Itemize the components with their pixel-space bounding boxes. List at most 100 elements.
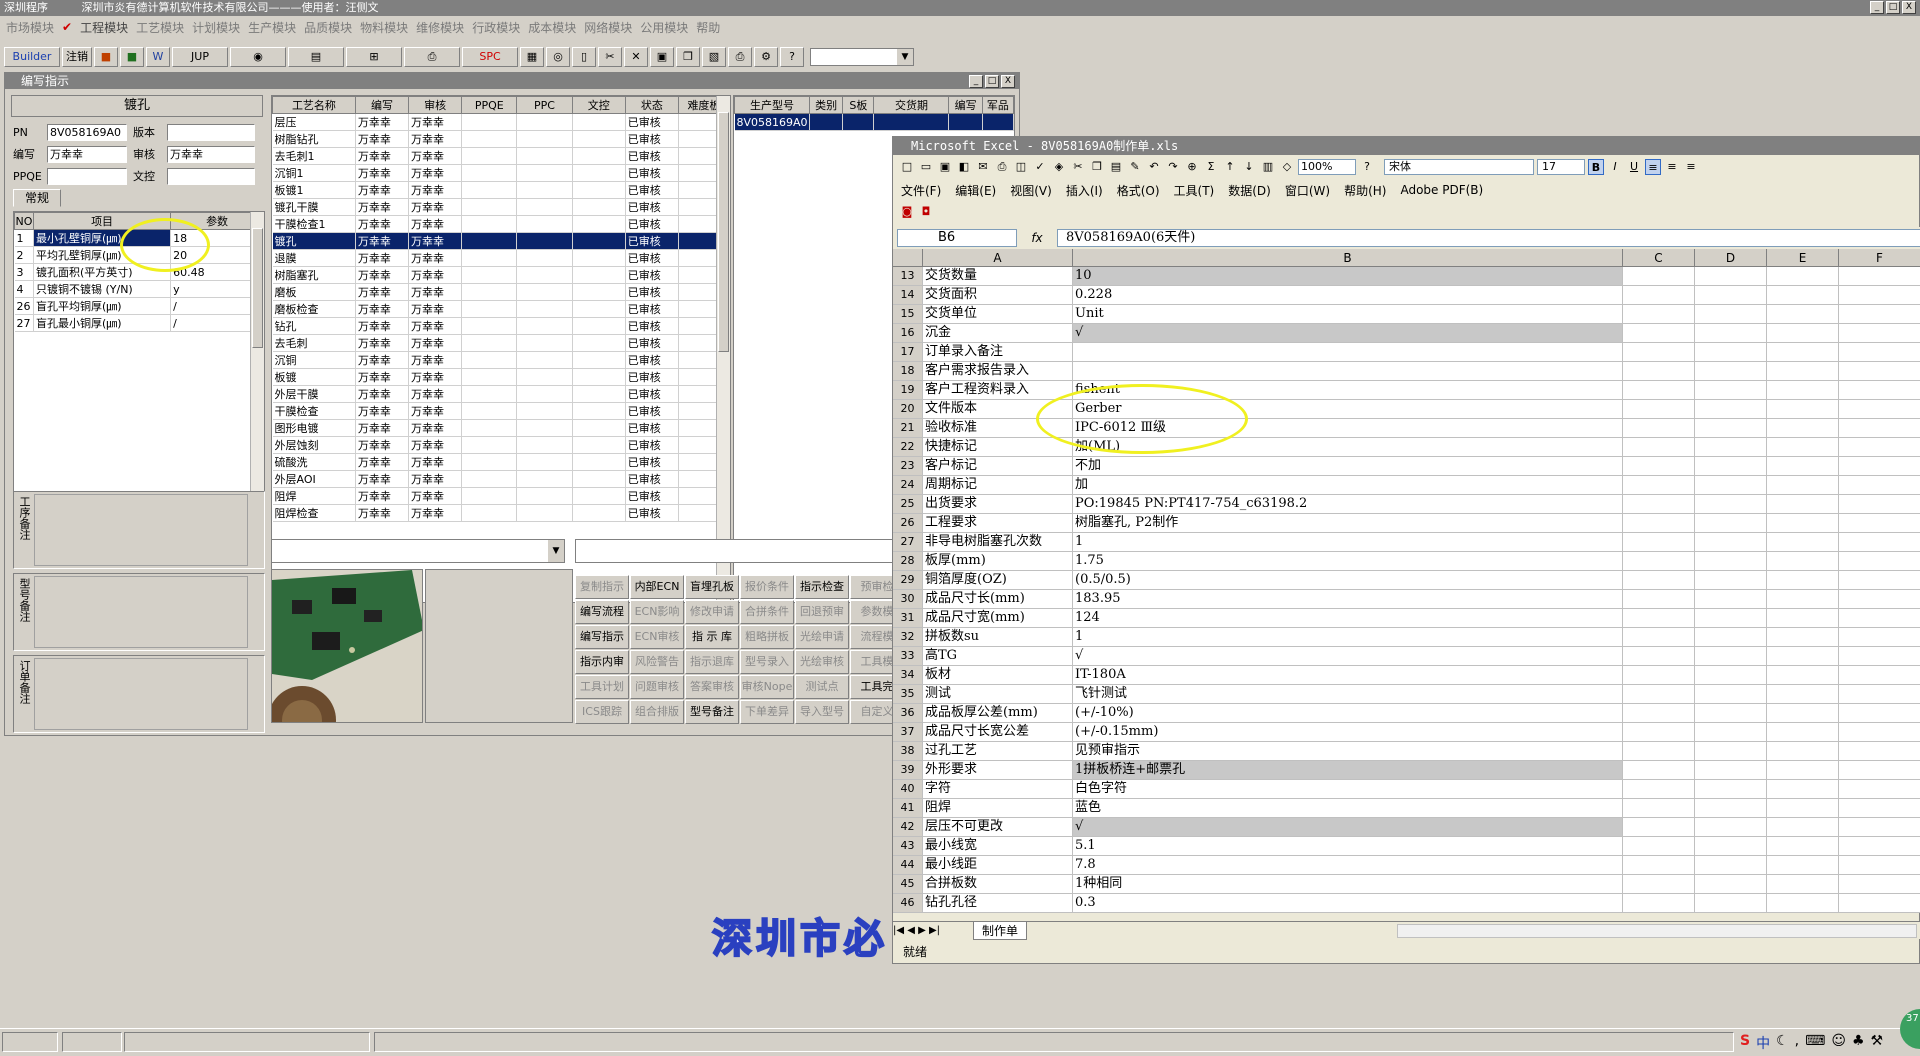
action-button[interactable]: 光绘审核 bbox=[795, 650, 849, 674]
action-button[interactable]: 问题审核 bbox=[630, 675, 684, 699]
excel-icon[interactable]: ■ bbox=[120, 47, 144, 67]
excel-menu-item[interactable]: 视图(V) bbox=[1010, 182, 1052, 199]
cell-empty[interactable] bbox=[1767, 609, 1839, 627]
cell-empty[interactable] bbox=[1695, 894, 1767, 912]
action-button[interactable]: 指示退库 bbox=[685, 650, 739, 674]
row-number[interactable]: 37 bbox=[893, 723, 923, 741]
cell-empty[interactable] bbox=[1767, 400, 1839, 418]
menu-item[interactable]: 维修模块 bbox=[414, 19, 466, 36]
cut-icon[interactable]: ✂ bbox=[1070, 159, 1086, 175]
cell-a[interactable]: 客户标记 bbox=[923, 457, 1073, 475]
model-note-input[interactable] bbox=[34, 576, 248, 648]
cell-empty[interactable] bbox=[1623, 419, 1695, 437]
cell-b[interactable]: (0.5/0.5) bbox=[1073, 571, 1623, 589]
menu-item[interactable]: 网络模块 bbox=[582, 19, 634, 36]
cell-empty[interactable] bbox=[1623, 837, 1695, 855]
cell-empty[interactable] bbox=[1695, 780, 1767, 798]
cell-empty[interactable] bbox=[1767, 590, 1839, 608]
cell-empty[interactable] bbox=[1839, 343, 1920, 361]
row-number[interactable]: 13 bbox=[893, 267, 923, 285]
cell-a[interactable]: 测试 bbox=[923, 685, 1073, 703]
logout-button[interactable]: 注销 bbox=[62, 47, 92, 67]
sheet-tab[interactable]: 制作单 bbox=[973, 921, 1028, 940]
cell-a[interactable]: 客户工程资料录入 bbox=[923, 381, 1073, 399]
production-header[interactable]: 生产型号 bbox=[734, 96, 810, 114]
process-row[interactable]: 干膜检查 万幸幸 万幸幸 已审核 bbox=[272, 402, 730, 420]
cell-empty[interactable] bbox=[1767, 305, 1839, 323]
cell-empty[interactable] bbox=[1623, 305, 1695, 323]
action-button[interactable]: 回退预审 bbox=[795, 600, 849, 624]
cell-b[interactable] bbox=[1073, 362, 1623, 380]
process-row[interactable]: 退膜 万幸幸 万幸幸 已审核 bbox=[272, 249, 730, 267]
cell-empty[interactable] bbox=[1695, 457, 1767, 475]
action-button[interactable]: ECN审核 bbox=[630, 625, 684, 649]
help-icon[interactable]: ? bbox=[780, 47, 804, 67]
cell-empty[interactable] bbox=[1623, 381, 1695, 399]
row-number[interactable]: 15 bbox=[893, 305, 923, 323]
row-number[interactable]: 39 bbox=[893, 761, 923, 779]
cell-empty[interactable] bbox=[1767, 742, 1839, 760]
cell-empty[interactable] bbox=[1623, 267, 1695, 285]
row-number[interactable]: 32 bbox=[893, 628, 923, 646]
process-row[interactable]: 树脂钻孔 万幸幸 万幸幸 已审核 bbox=[272, 130, 730, 148]
cell-empty[interactable] bbox=[1839, 362, 1920, 380]
maximize-button[interactable]: □ bbox=[1886, 1, 1900, 14]
process-row[interactable]: 外层干膜 万幸幸 万幸幸 已审核 bbox=[272, 385, 730, 403]
cell-b[interactable]: 10 bbox=[1073, 267, 1623, 285]
cell-empty[interactable] bbox=[1767, 799, 1839, 817]
cell-empty[interactable] bbox=[1839, 495, 1920, 513]
column-header[interactable]: D bbox=[1695, 249, 1767, 266]
help-icon[interactable]: ? bbox=[1359, 159, 1375, 175]
process-row[interactable]: 磨板检查 万幸幸 万幸幸 已审核 bbox=[272, 300, 730, 318]
cell-a[interactable]: 客户需求报告录入 bbox=[923, 362, 1073, 380]
action-button[interactable]: 复制指示 bbox=[575, 575, 629, 599]
action-button[interactable]: 指示检查 bbox=[795, 575, 849, 599]
cell-b[interactable]: 1.75 bbox=[1073, 552, 1623, 570]
column-header[interactable]: F bbox=[1839, 249, 1920, 266]
cell-empty[interactable] bbox=[1695, 476, 1767, 494]
cell-b[interactable]: PO:19845 PN:PT417-754_c63198.2 bbox=[1073, 495, 1623, 513]
word-icon[interactable]: W bbox=[146, 47, 170, 67]
production-row[interactable]: 8V058169A0 bbox=[734, 113, 1014, 131]
cell-empty[interactable] bbox=[1695, 685, 1767, 703]
process-row[interactable]: 沉铜 万幸幸 万幸幸 已审核 bbox=[272, 351, 730, 369]
spc-button[interactable]: SPC bbox=[462, 47, 518, 67]
process-header[interactable]: PPC bbox=[516, 96, 573, 114]
powerpoint-icon[interactable]: ■ bbox=[94, 47, 118, 67]
cell-empty[interactable] bbox=[1839, 875, 1920, 893]
cell-empty[interactable] bbox=[1623, 723, 1695, 741]
cell-empty[interactable] bbox=[1623, 666, 1695, 684]
cell-empty[interactable] bbox=[1695, 400, 1767, 418]
cell-empty[interactable] bbox=[1623, 894, 1695, 912]
font-size-combo[interactable]: 17 bbox=[1537, 159, 1585, 175]
cell-a[interactable]: 最小线距 bbox=[923, 856, 1073, 874]
cell-empty[interactable] bbox=[1839, 476, 1920, 494]
new-icon[interactable]: □ bbox=[899, 159, 915, 175]
cell-empty[interactable] bbox=[1623, 685, 1695, 703]
params-row[interactable]: 4 只镀铜不镀锡 (Y/N) y bbox=[14, 280, 264, 298]
eye-icon[interactable]: ◉ bbox=[230, 47, 286, 67]
action-button[interactable]: 风险警告 bbox=[630, 650, 684, 674]
tools-icon[interactable]: ⚒ bbox=[1871, 1033, 1884, 1053]
row-number[interactable]: 46 bbox=[893, 894, 923, 912]
copy-icon[interactable]: ❐ bbox=[676, 47, 700, 67]
cell-b[interactable]: 树脂塞孔, P2制作 bbox=[1073, 514, 1623, 532]
cell-empty[interactable] bbox=[1767, 647, 1839, 665]
cell-a[interactable]: 非导电树脂塞孔次数 bbox=[923, 533, 1073, 551]
autosum-icon[interactable]: Σ bbox=[1203, 159, 1219, 175]
cell-a[interactable]: 交货单位 bbox=[923, 305, 1073, 323]
punct-icon[interactable]: , bbox=[1795, 1033, 1799, 1053]
chart-icon[interactable]: ▦ bbox=[520, 47, 544, 67]
action-button[interactable]: ECN影响 bbox=[630, 600, 684, 624]
cell-empty[interactable] bbox=[1839, 381, 1920, 399]
row-number[interactable]: 14 bbox=[893, 286, 923, 304]
chart-wizard-icon[interactable]: ▥ bbox=[1260, 159, 1276, 175]
cell-b[interactable]: 1 bbox=[1073, 628, 1623, 646]
format-painter-icon[interactable]: ✎ bbox=[1127, 159, 1143, 175]
cell-empty[interactable] bbox=[1695, 324, 1767, 342]
cell-empty[interactable] bbox=[1695, 818, 1767, 836]
email-icon[interactable]: ✉ bbox=[975, 159, 991, 175]
cell-b[interactable]: 183.95 bbox=[1073, 590, 1623, 608]
align-center-icon[interactable]: ≡ bbox=[1664, 159, 1680, 175]
process-row[interactable]: 板镀1 万幸幸 万幸幸 已审核 bbox=[272, 181, 730, 199]
